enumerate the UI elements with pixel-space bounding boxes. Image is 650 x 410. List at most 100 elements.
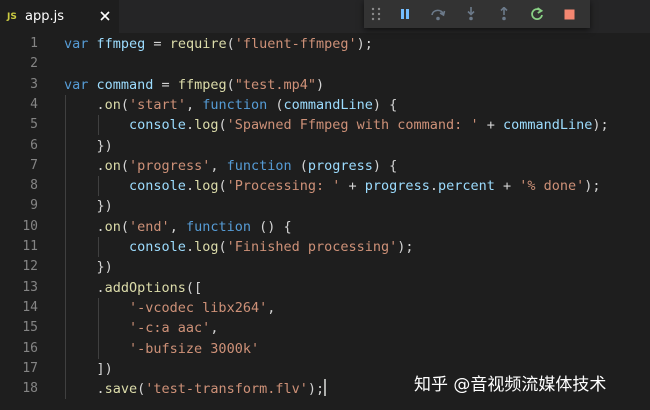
line-number: 1 <box>30 36 38 51</box>
step-out-icon <box>499 7 508 21</box>
line-number: 4 <box>30 96 38 112</box>
code-line[interactable]: 1 var ffmpeg = require('fluent-ffmpeg'); <box>0 34 650 54</box>
code-token: ]) <box>64 360 113 377</box>
debug-toolbar <box>364 0 590 28</box>
code-token: ( <box>291 157 308 174</box>
code-line[interactable]: 4 .on('start', function (commandLine) { <box>0 95 650 115</box>
code-token: '% done' <box>519 178 585 195</box>
code-token: ffmpeg <box>177 76 227 93</box>
code-token: log <box>194 239 219 255</box>
code-token: . <box>64 96 105 113</box>
tab-filename: app.js <box>25 9 64 24</box>
indent-guide <box>98 176 99 197</box>
code-token: 'Processing: ' <box>226 178 341 195</box>
code-editor[interactable]: 1 var ffmpeg = require('fluent-ffmpeg'); 2… <box>0 33 650 410</box>
code-token: . <box>185 117 195 134</box>
code-token: 'progress' <box>129 157 211 174</box>
code-token: commandLine <box>502 117 593 134</box>
step-over-button[interactable] <box>421 0 454 28</box>
code-token: on <box>104 218 121 235</box>
code-token: ); <box>584 178 601 195</box>
step-into-icon <box>466 7 475 21</box>
code-line[interactable]: 3 var command = ffmpeg("test.mp4") <box>0 75 650 95</box>
line-number: 9 <box>30 198 38 214</box>
pause-icon <box>400 9 409 19</box>
code-token: log <box>194 178 219 195</box>
code-token: '-vcodec libx264' <box>129 299 268 316</box>
javascript-file-icon: JS <box>7 11 17 22</box>
code-token: ( <box>120 96 130 113</box>
code-line[interactable]: 10 .on('end', function () { <box>0 217 650 237</box>
code-line[interactable]: 13 .addOptions([ <box>0 278 650 298</box>
code-token: , <box>169 218 186 235</box>
code-token: ffmpeg <box>96 36 146 52</box>
code-token: '-bufsize 3000k' <box>129 340 260 357</box>
code-line[interactable]: 7 .on('progress', function (progress) { <box>0 156 650 176</box>
code-token: ( <box>218 117 227 134</box>
code-token: . <box>64 157 105 174</box>
indent-guide <box>98 297 99 359</box>
code-token: 'fluent-ffmpeg' <box>234 36 357 52</box>
code-token: on <box>104 96 121 113</box>
code-token: progress <box>364 178 430 195</box>
line-number: 5 <box>30 117 38 133</box>
code-token: 'end' <box>129 218 170 235</box>
code-token: }) <box>64 137 113 154</box>
pause-button[interactable] <box>388 0 421 28</box>
code-token: console <box>129 178 186 195</box>
code-token: var <box>64 76 97 93</box>
code-token: ( <box>226 76 235 93</box>
code-text: .on('start', function (commandLine) { <box>64 95 398 115</box>
stop-button[interactable] <box>553 0 586 28</box>
code-text: console.log('Finished processing'); <box>64 237 414 257</box>
code-token: }) <box>64 198 113 215</box>
code-token: 'start' <box>129 96 186 113</box>
code-token: ([ <box>185 279 203 296</box>
code-token: 'Spawned Ffmpeg with command: ' <box>226 117 479 134</box>
code-line[interactable]: 2 <box>0 54 650 74</box>
step-out-button[interactable] <box>487 0 520 28</box>
line-number: 2 <box>30 56 38 72</box>
code-token: save <box>104 381 138 398</box>
code-token: console <box>129 117 186 134</box>
code-text: }) <box>64 196 113 216</box>
code-token: , <box>210 320 219 337</box>
code-token: = <box>145 36 170 52</box>
code-text: .on('end', function () { <box>64 217 292 237</box>
indent-guide <box>98 115 99 136</box>
line-number: 7 <box>30 157 38 173</box>
code-token: function <box>226 157 292 174</box>
code-line[interactable]: 6 }) <box>0 136 650 156</box>
tab-app-js[interactable]: JS app.js <box>0 0 119 33</box>
code-text: .save('test-transform.flv'); <box>64 379 327 399</box>
code-token: ( <box>226 36 235 52</box>
code-token: ) <box>316 76 325 93</box>
step-into-button[interactable] <box>454 0 487 28</box>
code-token: progress <box>307 157 373 174</box>
line-number: 14 <box>22 299 38 315</box>
code-line[interactable]: 12 }) <box>0 257 650 277</box>
restart-button[interactable] <box>520 0 553 28</box>
code-token: = <box>153 76 178 93</box>
code-text: console.log('Processing: ' + progress.pe… <box>64 176 601 196</box>
close-tab-button[interactable] <box>97 8 113 24</box>
text-cursor <box>324 379 327 397</box>
line-number: 15 <box>22 320 38 336</box>
code-text: .addOptions([ <box>64 278 203 298</box>
code-token: function <box>202 96 268 113</box>
debug-toolbar-drag-handle[interactable] <box>364 0 388 28</box>
code-line[interactable]: 9 }) <box>0 196 650 216</box>
code-token: ( <box>267 96 284 113</box>
code-token: ( <box>218 178 227 195</box>
line-number: 8 <box>30 178 38 194</box>
code-token: . <box>185 239 195 255</box>
code-token: . <box>429 178 438 195</box>
code-text: console.log('Spawned Ffmpeg with command… <box>64 115 609 135</box>
code-token: ); <box>307 381 325 398</box>
line-number: 10 <box>22 218 38 234</box>
code-token: commandLine <box>283 96 373 113</box>
code-token: function <box>185 218 251 235</box>
code-token: + <box>494 178 520 195</box>
